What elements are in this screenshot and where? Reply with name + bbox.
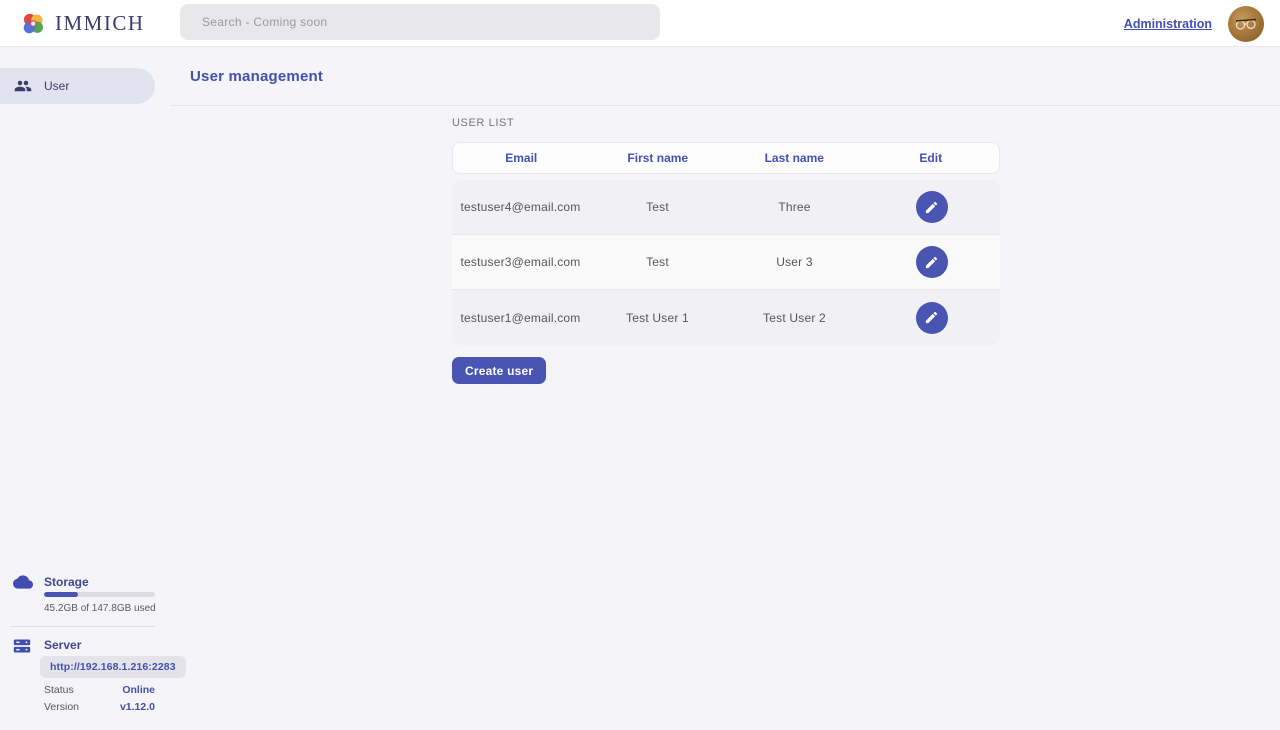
edit-user-button[interactable] [916,246,948,278]
sidebar-item-label: User [44,79,69,93]
sidebar-item-user[interactable]: User [0,68,155,104]
section-label: USER LIST [452,117,1000,129]
page-title: User management [190,68,323,85]
cell-last-name: User 3 [726,255,863,269]
status-label: Status [44,684,74,696]
version-label: Version [44,701,79,713]
cell-email: testuser1@email.com [452,311,589,325]
pencil-icon [924,255,939,270]
status-value: Online [122,684,155,696]
cell-email: testuser4@email.com [452,200,589,214]
column-header-first-name: First name [590,151,727,165]
glasses-icon [1234,17,1258,31]
table-header-row: Email First name Last name Edit [452,142,1000,174]
table-row: testuser4@email.com Test Three [452,180,1000,235]
logo-text: IMMICH [55,11,145,36]
user-avatar[interactable] [1228,6,1264,42]
server-title: Server [44,638,81,652]
create-user-button[interactable]: Create user [452,357,546,384]
table-row: testuser3@email.com Test User 3 [452,235,1000,290]
storage-progress-fill [44,592,78,597]
version-value: v1.12.0 [120,701,155,713]
cell-first-name: Test User 1 [589,311,726,325]
users-icon [14,77,32,95]
edit-user-button[interactable] [916,191,948,223]
user-list-section: USER LIST Email First name Last name Edi… [452,117,1000,384]
cell-last-name: Three [726,200,863,214]
server-icon [13,637,31,655]
title-bar: User management [170,47,1280,106]
immich-flower-icon [20,11,46,37]
edit-user-button[interactable] [916,302,948,334]
storage-progress-bar [44,592,155,597]
cloud-icon [13,572,33,592]
top-header: IMMICH Administration [0,0,1280,47]
server-url-badge: http://192.168.1.216:2283 [40,656,186,678]
column-header-edit: Edit [863,151,1000,165]
user-table-body: testuser4@email.com Test Three testuser3… [452,180,1000,345]
cell-email: testuser3@email.com [452,255,589,269]
storage-usage-text: 45.2GB of 147.8GB used [44,603,156,614]
column-header-email: Email [453,151,590,165]
storage-title: Storage [44,575,89,589]
table-row: testuser1@email.com Test User 1 Test Use… [452,290,1000,345]
pencil-icon [924,310,939,325]
column-header-last-name: Last name [726,151,863,165]
pencil-icon [924,200,939,215]
cell-first-name: Test [589,255,726,269]
server-status-row: Status Online [44,684,155,696]
search-input[interactable] [180,4,660,40]
administration-link[interactable]: Administration [1124,17,1212,31]
cell-last-name: Test User 2 [726,311,863,325]
sidebar-footer-divider [10,626,155,627]
cell-first-name: Test [589,200,726,214]
immich-logo[interactable]: IMMICH [20,0,145,47]
server-version-row: Version v1.12.0 [44,701,155,713]
